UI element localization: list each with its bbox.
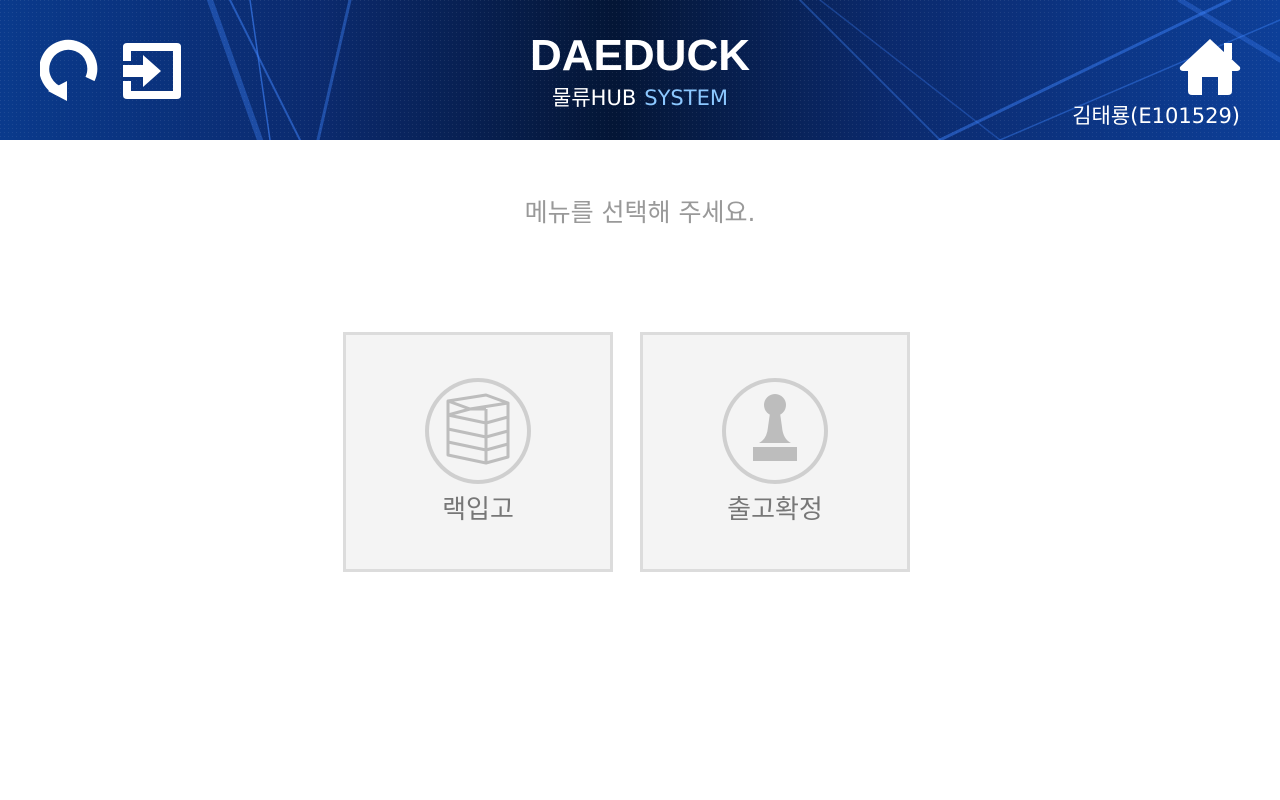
- refresh-button[interactable]: [36, 36, 104, 104]
- brand-sub-hub: 물류HUB: [552, 86, 637, 110]
- brand-title: DAEDUCK: [530, 31, 750, 80]
- home-button[interactable]: [1174, 34, 1246, 98]
- menu-rack-receiving-button[interactable]: 랙입고: [343, 332, 613, 572]
- menu-instruction: 메뉴를 선택해 주세요.: [524, 198, 756, 227]
- app-header: DAEDUCK 물류HUB SYSTEM 김태룡(E101529): [0, 0, 1280, 140]
- menu-rack-receiving-label: 랙입고: [442, 495, 514, 525]
- user-name-label: 김태룡(E101529): [1072, 104, 1240, 128]
- logout-button[interactable]: [116, 36, 184, 104]
- rack-icon: [425, 378, 531, 484]
- brand-sub-system: SYSTEM: [644, 86, 728, 110]
- home-icon: [1179, 39, 1241, 95]
- stamp-icon: [722, 378, 828, 484]
- menu-shipment-confirm-button[interactable]: 출고확정: [640, 332, 910, 572]
- brand: DAEDUCK 물류HUB SYSTEM: [440, 30, 840, 112]
- logout-icon: [123, 43, 181, 99]
- refresh-icon: [40, 39, 98, 101]
- brand-subtitle: 물류HUB SYSTEM: [440, 84, 840, 112]
- menu-shipment-confirm-label: 출고확정: [727, 495, 823, 525]
